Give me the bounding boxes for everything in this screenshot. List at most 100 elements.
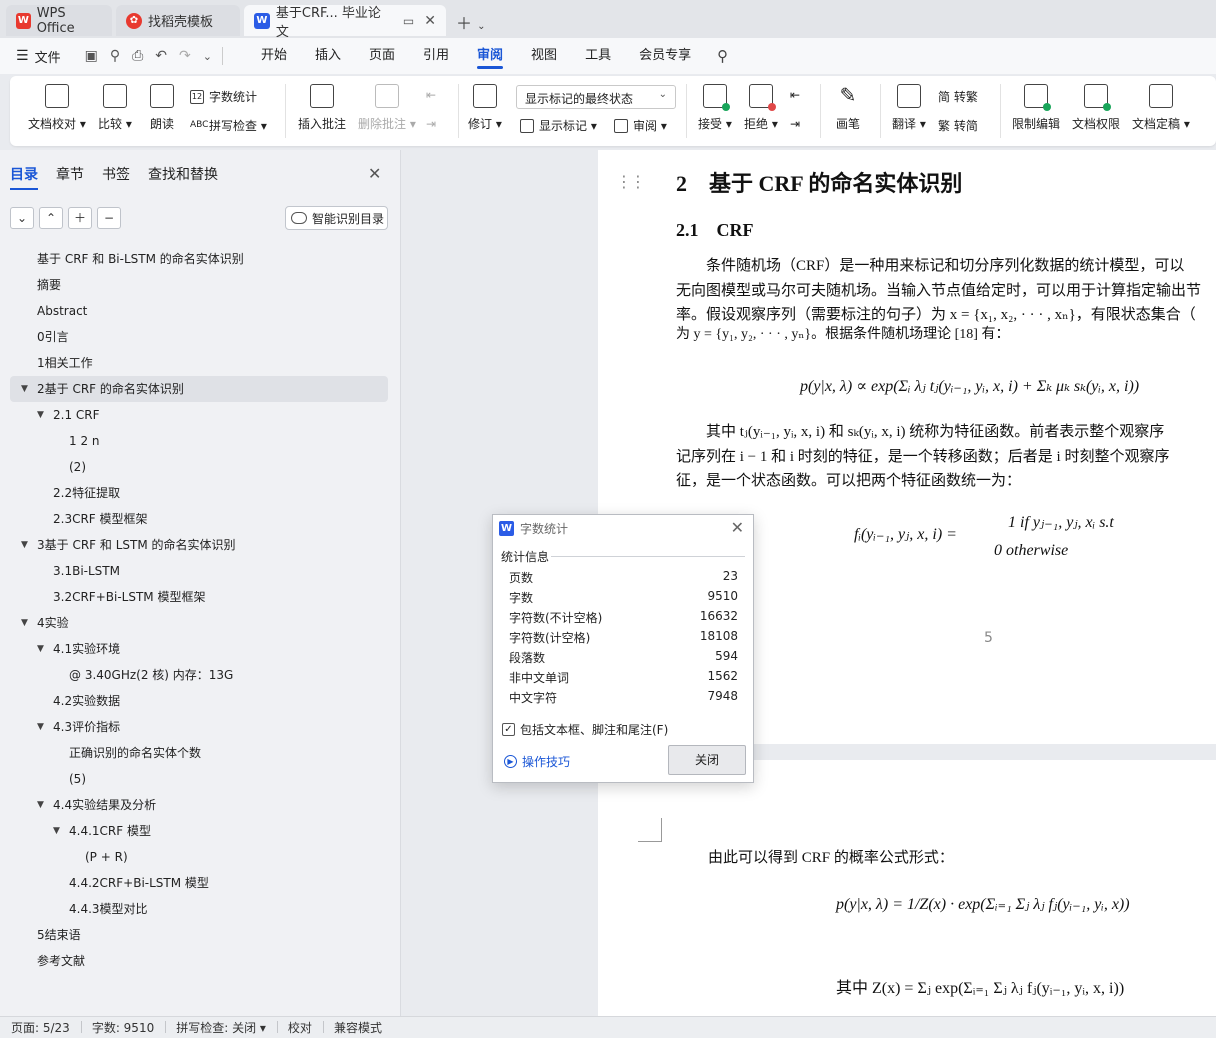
new-tab-button[interactable]: ＋ ⌄ — [456, 10, 485, 34]
collapse-icon[interactable]: ⌄ — [10, 207, 34, 229]
expand-arrow-icon[interactable]: ▼ — [37, 402, 44, 428]
toc-item[interactable]: 2.2特征提取 — [10, 480, 388, 506]
ribbon-tab[interactable]: 审阅 — [463, 38, 517, 74]
toc-item[interactable]: (5) — [10, 766, 388, 792]
ink-button[interactable]: ✎ 画笔 — [836, 84, 860, 132]
insert-comment-button[interactable]: 插入批注 — [298, 84, 346, 132]
add-heading-icon[interactable]: ＋ — [68, 207, 92, 229]
close-button[interactable]: 关闭 — [668, 745, 746, 775]
finalize-button[interactable]: 文档定稿 ▾ — [1132, 84, 1190, 132]
toc-item[interactable]: ▼ 4.3评价指标 — [10, 714, 388, 740]
ribbon-tab[interactable]: 插入 — [301, 38, 355, 74]
ribbon-tab[interactable]: 会员专享 — [625, 38, 705, 74]
chevron-down-icon[interactable]: ⌄ — [477, 21, 485, 32]
review-pane-button[interactable]: 审阅 ▾ — [614, 117, 667, 134]
tab-document[interactable]: W 基于CRF... 毕业论文 ▭ ✕ — [244, 5, 446, 40]
toc-item[interactable]: 1相关工作 — [10, 350, 388, 376]
accept-button[interactable]: 接受 ▾ — [698, 84, 732, 132]
nav-tab[interactable]: 查找和替换 — [148, 164, 218, 184]
spell-check-indicator[interactable]: 拼写检查: 关闭 ▾ — [165, 1019, 277, 1036]
nav-tab[interactable]: 章节 — [56, 164, 84, 184]
print-preview-icon[interactable]: ⎙ — [132, 48, 143, 64]
toc-item[interactable]: (2) — [10, 454, 388, 480]
word-count-button[interactable]: 12 字数统计 — [190, 88, 257, 105]
expand-up-icon[interactable]: ⌃ — [39, 207, 63, 229]
toc-item[interactable]: ▼ 4.1实验环境 — [10, 636, 388, 662]
close-icon[interactable]: ✕ — [368, 164, 381, 183]
nav-tab[interactable]: 书签 — [102, 164, 130, 184]
drag-handle-icon[interactable]: ⋮⋮ — [616, 172, 646, 191]
read-aloud-button[interactable]: 朗读 — [150, 84, 174, 132]
toc-item[interactable]: 参考文献 — [10, 948, 388, 974]
window-icon[interactable]: ▭ — [403, 14, 414, 28]
toc-item[interactable]: ▼ 3基于 CRF 和 LSTM 的命名实体识别 — [10, 532, 388, 558]
prev-comment-icon[interactable]: ⇤ — [426, 88, 436, 102]
toc-item[interactable]: 4.2实验数据 — [10, 688, 388, 714]
compare-button[interactable]: 比较 ▾ — [98, 84, 132, 132]
show-markup-button[interactable]: 显示标记 ▾ — [520, 117, 597, 134]
toc-item[interactable]: ▼ 2基于 CRF 的命名实体识别 — [10, 376, 388, 402]
ribbon-tab[interactable]: 视图 — [517, 38, 571, 74]
toc-item[interactable]: @ 3.40GHz(2 核) 内存：13G — [10, 662, 388, 688]
markup-state-select[interactable]: 显示标记的最终状态 ⌄ — [516, 85, 676, 109]
remove-heading-icon[interactable]: − — [97, 207, 121, 229]
toc-item[interactable]: ▼ 4.4实验结果及分析 — [10, 792, 388, 818]
include-textbox-checkbox[interactable]: ✓ 包括文本框、脚注和尾注(F) — [502, 721, 668, 738]
toc-item[interactable]: ▼ 2.1 CRF — [10, 402, 388, 428]
toc-item[interactable]: 1 2 n — [10, 428, 388, 454]
toc-item[interactable]: 5结束语 — [10, 922, 388, 948]
toc-item[interactable]: ▼ 4.4.1CRF 模型 — [10, 818, 388, 844]
toc-item[interactable]: Abstract — [10, 298, 388, 324]
redo-icon[interactable]: ↷ — [179, 48, 191, 64]
ribbon-tab[interactable]: 工具 — [571, 38, 625, 74]
prev-change-icon[interactable]: ⇤ — [790, 88, 800, 102]
undo-icon[interactable]: ↶ — [155, 48, 167, 64]
search-icon[interactable]: ⚲ — [717, 47, 728, 65]
nav-tab[interactable]: 目录 — [10, 164, 38, 190]
file-menu[interactable]: ☰ 文件 — [0, 47, 61, 66]
ribbon-tab[interactable]: 开始 — [247, 38, 301, 74]
word-count-indicator[interactable]: 字数: 9510 — [80, 1019, 165, 1036]
trad-to-simp-button[interactable]: 繁 转简 — [938, 117, 978, 134]
save-icon[interactable]: ▣ — [85, 48, 98, 64]
ribbon-tab[interactable]: 引用 — [409, 38, 463, 74]
toc-item[interactable]: (P + R) — [10, 844, 388, 870]
proof-indicator[interactable]: 校对 — [276, 1019, 323, 1036]
toc-item[interactable]: 2.3CRF 模型框架 — [10, 506, 388, 532]
page-indicator[interactable]: 页面: 5/23 — [0, 1019, 81, 1036]
delete-comment-button[interactable]: 删除批注 ▾ — [358, 84, 416, 132]
tab-docer[interactable]: ✿ 找稻壳模板 — [116, 5, 240, 36]
toc-item[interactable]: ▼ 4实验 — [10, 610, 388, 636]
restrict-edit-button[interactable]: 限制编辑 — [1012, 84, 1060, 132]
expand-arrow-icon[interactable]: ▼ — [37, 792, 44, 818]
toc-item[interactable]: 3.1Bi-LSTM — [10, 558, 388, 584]
toc-item[interactable]: 3.2CRF+Bi-LSTM 模型框架 — [10, 584, 388, 610]
smart-toc-button[interactable]: 智能识别目录 — [285, 206, 388, 230]
toc-item[interactable]: 4.4.2CRF+Bi-LSTM 模型 — [10, 870, 388, 896]
expand-arrow-icon[interactable]: ▼ — [53, 818, 60, 844]
expand-arrow-icon[interactable]: ▼ — [21, 376, 28, 402]
tips-link[interactable]: ▶ 操作技巧 — [504, 753, 570, 770]
spell-check-button[interactable]: ABC 拼写检查 ▾ — [190, 117, 267, 134]
track-changes-button[interactable]: 修订 ▾ — [468, 84, 502, 132]
toc-item[interactable]: 摘要 — [10, 272, 388, 298]
expand-arrow-icon[interactable]: ▼ — [21, 610, 28, 636]
expand-arrow-icon[interactable]: ▼ — [37, 714, 44, 740]
next-change-icon[interactable]: ⇥ — [790, 117, 800, 131]
translate-button[interactable]: 翻译 ▾ — [892, 84, 926, 132]
tab-wps-office[interactable]: W WPS Office — [6, 5, 112, 36]
toc-item[interactable]: 4.4.3模型对比 — [10, 896, 388, 922]
more-chevron-icon[interactable]: ⌄ — [203, 50, 212, 63]
share-icon[interactable]: ⚲ — [110, 48, 120, 64]
expand-arrow-icon[interactable]: ▼ — [21, 532, 28, 558]
ribbon-tab[interactable]: 页面 — [355, 38, 409, 74]
reject-button[interactable]: 拒绝 ▾ — [744, 84, 778, 132]
simp-to-trad-button[interactable]: 简 转繁 — [938, 88, 978, 105]
toc-item[interactable]: 基于 CRF 和 Bi-LSTM 的命名实体识别 — [10, 246, 388, 272]
next-comment-icon[interactable]: ⇥ — [426, 117, 436, 131]
toc-item[interactable]: 正确识别的命名实体个数 — [10, 740, 388, 766]
doc-check-button[interactable]: 文档校对 ▾ — [28, 84, 86, 132]
close-icon[interactable]: ✕ — [731, 518, 744, 537]
expand-arrow-icon[interactable]: ▼ — [37, 636, 44, 662]
toc-item[interactable]: 0引言 — [10, 324, 388, 350]
